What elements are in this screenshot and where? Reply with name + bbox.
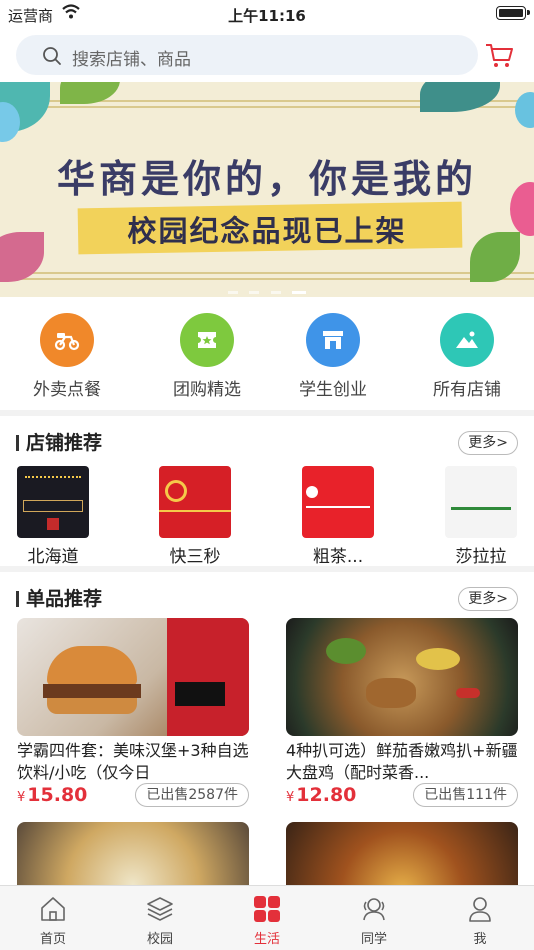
category-label: 学生创业 [299, 380, 367, 400]
balloon-decoration [510, 182, 534, 236]
category-label: 团购精选 [173, 380, 241, 400]
logo-mark [451, 494, 511, 510]
ticket-icon [180, 313, 234, 367]
scooter-icon [40, 313, 94, 367]
tab-home[interactable]: 首页 [13, 894, 93, 947]
logo-swirl [165, 480, 187, 502]
currency-symbol: ¥ [286, 790, 295, 805]
store-item[interactable]: 粗茶... [283, 466, 393, 567]
category-label: 所有店铺 [433, 380, 501, 400]
burger-bottom [47, 698, 137, 714]
logo-line [306, 506, 370, 508]
store-item[interactable]: 快三秒 [140, 466, 250, 567]
product-recommendations: 单品推荐 更多> 学霸四件套：美味汉堡+3种自选饮料/小吃（仅今日 ¥15.80… [0, 572, 534, 892]
tab-campus[interactable]: 校园 [120, 894, 200, 947]
section-title: 单品推荐 [16, 588, 102, 610]
promo-banner[interactable] [0, 82, 534, 297]
more-stores-button[interactable]: 更多> [458, 431, 518, 455]
product-card[interactable]: 学霸四件套：美味汉堡+3种自选饮料/小吃（仅今日 ¥15.80 已出售2587件 [17, 618, 249, 807]
promo-panel [167, 618, 249, 736]
logo-frame [23, 500, 83, 512]
lights-decoration [25, 476, 81, 486]
store-name: 北海道 [27, 547, 79, 567]
category-all-stores[interactable]: 所有店铺 [407, 313, 527, 400]
chili [456, 688, 480, 698]
product-image-partial[interactable] [17, 822, 249, 892]
more-products-button[interactable]: 更多> [458, 587, 518, 611]
store-logo [17, 466, 89, 538]
burger-patty [43, 684, 141, 698]
store-logo [159, 466, 231, 538]
currency-symbol: ¥ [17, 790, 26, 805]
store-item[interactable]: 北海道 [0, 466, 108, 567]
tab-profile[interactable]: 我 [440, 894, 520, 947]
store-name: 粗茶... [312, 547, 364, 567]
pepper [326, 638, 366, 664]
leaf-decoration [0, 232, 44, 282]
product-image-partial[interactable] [286, 822, 518, 892]
product-price: ¥15.80 [17, 784, 87, 806]
tab-label: 同学 [360, 932, 387, 947]
classmates-icon [363, 898, 385, 921]
mountain-icon [440, 313, 494, 367]
search-placeholder: 搜索店铺、商品 [72, 50, 191, 70]
product-title: 4种扒可选）鲜茄香嫩鸡扒+新疆大盘鸡（配时菜香... [286, 741, 518, 782]
burger-bun [47, 646, 137, 686]
app-screen: 运营商 上午11:16 搜索店铺、商品 华商是你的，你是我的 校园纪念品现已上架… [0, 0, 534, 950]
banner-stripe [0, 278, 534, 280]
tab-label: 校园 [146, 932, 173, 947]
tab-life[interactable]: 生活 [227, 894, 307, 947]
sold-count-badge: 已出售111件 [413, 783, 518, 807]
tab-bar: 首页 校园 生活 同学 我 [0, 885, 534, 950]
clock: 上午11:16 [228, 7, 306, 25]
category-label: 外卖点餐 [33, 380, 101, 400]
tab-label: 我 [473, 932, 487, 947]
product-image [17, 618, 249, 736]
home-icon [41, 897, 65, 921]
section-title: 店铺推荐 [16, 432, 102, 454]
search-header: 搜索店铺、商品 [0, 28, 534, 82]
profile-icon [469, 897, 491, 922]
price-tag [175, 682, 225, 706]
potato [416, 648, 460, 670]
tab-label: 首页 [39, 932, 66, 947]
category-takeout[interactable]: 外卖点餐 [7, 313, 127, 400]
category-row: 外卖点餐 团购精选 学生创业 所有店铺 [0, 297, 534, 410]
tab-classmates[interactable]: 同学 [334, 894, 414, 947]
store-item[interactable]: 莎拉拉 [426, 466, 534, 567]
store-logo [302, 466, 374, 538]
price-value: 15.80 [27, 784, 88, 806]
search-input[interactable]: 搜索店铺、商品 [16, 35, 478, 75]
store-logo [445, 466, 517, 538]
product-title: 学霸四件套：美味汉堡+3种自选饮料/小吃（仅今日 [17, 741, 249, 782]
shop-icon [306, 313, 360, 367]
grid-icon [254, 896, 280, 922]
search-icon [43, 47, 61, 65]
store-name: 快三秒 [169, 547, 221, 567]
tab-label: 生活 [253, 932, 280, 947]
product-card[interactable]: 4种扒可选）鲜茄香嫩鸡扒+新疆大盘鸡（配时菜香... ¥12.80 已出售111… [286, 618, 518, 807]
balloon-decoration [515, 92, 534, 128]
logo-emblem [306, 486, 318, 498]
category-startup[interactable]: 学生创业 [273, 313, 393, 400]
sold-count-badge: 已出售2587件 [135, 783, 249, 807]
category-groupbuy[interactable]: 团购精选 [147, 313, 267, 400]
price-value: 12.80 [296, 784, 357, 806]
logo-seal [47, 518, 59, 530]
battery-icon [496, 6, 530, 20]
banner-stripe [0, 272, 534, 274]
status-bar: 运营商 上午11:16 [0, 0, 534, 28]
logo-line [159, 510, 231, 512]
store-name: 莎拉拉 [455, 547, 507, 567]
layers-icon [147, 897, 173, 921]
store-recommendations: 店铺推荐 更多> 北海道 快三秒 粗茶... 莎拉拉 [0, 416, 534, 567]
leaf-decoration [470, 232, 520, 282]
product-price: ¥12.80 [286, 784, 356, 806]
chicken [366, 678, 416, 708]
product-image [286, 618, 518, 736]
cart-icon[interactable] [484, 40, 514, 70]
